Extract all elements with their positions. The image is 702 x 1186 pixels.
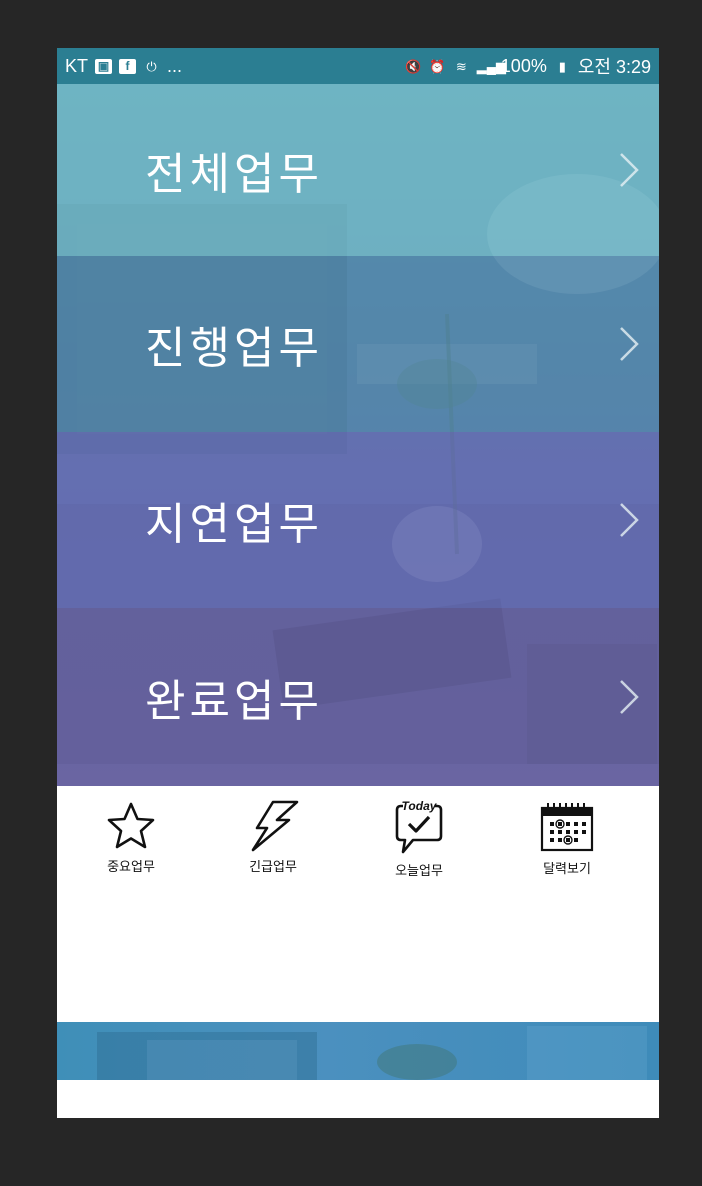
alarm-icon: ⏰ bbox=[429, 58, 446, 74]
battery-percent: 100% bbox=[500, 55, 547, 76]
menu-item-delayed-tasks[interactable]: 지연업무 bbox=[57, 432, 659, 608]
battery-icon: ▮ bbox=[558, 58, 566, 74]
quick-item-urgent[interactable]: 긴급업무 bbox=[213, 800, 333, 875]
facebook-notification-icon: f bbox=[119, 58, 137, 74]
device-frame: KT ▣ f ⏻ ... 🔇 ⏰ ≋ ▂▄▆ 100% ▮ 오전 3:29 전체… bbox=[0, 0, 702, 1186]
quick-item-label: 긴급업무 bbox=[249, 860, 297, 875]
chevron-right-icon bbox=[620, 680, 639, 714]
chevron-right-icon bbox=[620, 327, 639, 361]
status-bar: KT ▣ f ⏻ ... 🔇 ⏰ ≋ ▂▄▆ 100% ▮ 오전 3:29 bbox=[57, 48, 659, 84]
today-icon-text: Today bbox=[402, 800, 438, 813]
menu-item-label: 지연업무 bbox=[145, 499, 323, 550]
phone-screen: KT ▣ f ⏻ ... 🔇 ⏰ ≋ ▂▄▆ 100% ▮ 오전 3:29 전체… bbox=[57, 48, 659, 1118]
star-icon bbox=[107, 802, 155, 849]
menu-item-in-progress-tasks[interactable]: 진행업무 bbox=[57, 256, 659, 432]
quick-item-today[interactable]: Today 오늘업무 bbox=[359, 800, 479, 879]
power-notification-icon: ⏻ bbox=[146, 58, 157, 74]
status-left: KT ▣ f ⏻ ... bbox=[65, 56, 182, 77]
menu-item-label: 완료업무 bbox=[145, 676, 323, 727]
signal-icon: ▂▄▆ bbox=[476, 58, 507, 74]
lightning-icon bbox=[251, 800, 299, 852]
quick-item-label: 오늘업무 bbox=[395, 864, 443, 879]
quick-item-label: 중요업무 bbox=[107, 860, 155, 875]
bottom-blank-area bbox=[57, 1080, 659, 1118]
quick-item-calendar[interactable]: 달력보기 bbox=[507, 800, 627, 877]
wifi-icon: ≋ bbox=[455, 58, 467, 74]
quick-menu-bar: 중요업무 긴급업무 Today 오늘업무 달력보기 bbox=[57, 786, 659, 1022]
menu-item-all-tasks[interactable]: 전체업무 bbox=[57, 84, 659, 256]
clock-time: 오전 3:29 bbox=[577, 57, 651, 77]
status-right: 🔇 ⏰ ≋ ▂▄▆ 100% ▮ 오전 3:29 bbox=[405, 53, 651, 79]
chevron-right-icon bbox=[620, 153, 639, 187]
chevron-right-icon bbox=[620, 503, 639, 537]
calendar-icon bbox=[540, 803, 594, 852]
bottom-banner bbox=[57, 1022, 659, 1080]
more-notifications-label: ... bbox=[167, 55, 183, 76]
today-check-icon: Today bbox=[395, 800, 443, 854]
gallery-notification-icon: ▣ bbox=[95, 58, 113, 74]
quick-item-important[interactable]: 중요업무 bbox=[71, 800, 191, 875]
quick-item-label: 달력보기 bbox=[543, 862, 591, 877]
carrier-label: KT bbox=[65, 55, 89, 76]
menu-item-label: 전체업무 bbox=[145, 149, 323, 200]
mute-icon: 🔇 bbox=[405, 58, 422, 74]
banner-scene bbox=[97, 1026, 647, 1080]
menu-item-label: 진행업무 bbox=[145, 323, 323, 374]
menu-item-completed-tasks[interactable]: 완료업무 bbox=[57, 608, 659, 786]
task-menu: 전체업무 진행업무 지연업무 완료업무 bbox=[57, 84, 659, 786]
